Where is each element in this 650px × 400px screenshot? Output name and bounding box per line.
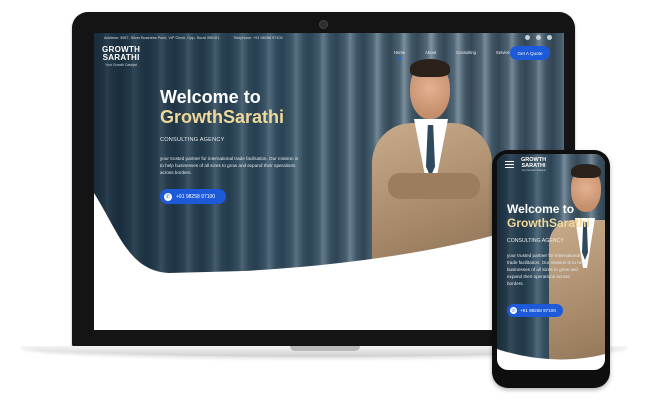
call-phone-button[interactable]: ✆ +91 98258 97100 — [160, 189, 226, 204]
topbar: Address: 3067, Silver Business Point, VI… — [94, 33, 564, 43]
topbar-address: Address: 3067, Silver Business Point, VI… — [104, 36, 220, 40]
camera-icon — [319, 20, 328, 29]
hero-title: Welcome to GrowthSarathi — [160, 87, 284, 127]
phone-icon: ✆ — [510, 307, 517, 314]
main-nav: Home About Consulting Services — [394, 50, 512, 60]
phone-site-logo[interactable]: GROWTH SARATHI Your Growth Catalyst — [521, 157, 546, 172]
nav-consulting[interactable]: Consulting — [456, 50, 476, 55]
phone-hero-description: your trusted partner for international t… — [507, 253, 586, 286]
hero-description: your trusted partner for international t… — [160, 156, 299, 175]
logo-line2: SARATHI — [102, 53, 140, 62]
social-icon-instagram[interactable] — [536, 35, 541, 40]
phone-hero-title-line1: Welcome to — [507, 202, 575, 216]
call-phone-label: +91 98258 97100 — [176, 193, 216, 200]
site-logo[interactable]: GROWTH SARATHI Your Growth Catalyst — [102, 46, 140, 68]
logo-tagline: Your Growth Catalyst — [105, 63, 138, 67]
hero-title-line2: GrowthSarathi — [160, 107, 285, 127]
phone-hero-title: Welcome to GrowthSarathi — [507, 202, 590, 230]
phone-call-label: +91 98258 97100 — [520, 308, 556, 313]
social-links — [525, 35, 552, 40]
social-icon-linkedin[interactable] — [547, 35, 552, 40]
phone-screen: GROWTH SARATHI Your Growth Catalyst Welc… — [497, 154, 605, 370]
phone-call-button[interactable]: ✆ +91 98258 97100 — [507, 304, 563, 317]
hamburger-menu-icon[interactable] — [505, 161, 514, 168]
nav-home[interactable]: Home — [394, 50, 405, 60]
topbar-telephone: Telephone: +91 98258 97100 — [233, 36, 283, 40]
phone-logo-tagline: Your Growth Catalyst — [521, 169, 546, 172]
laptop-notch — [290, 346, 360, 351]
get-quote-button[interactable]: Get A Quote — [510, 46, 550, 60]
phone-hero-subtitle: CONSULTING AGENCY — [507, 238, 564, 244]
phone-hero-title-line2: GrowthSarathi — [507, 216, 590, 230]
social-icon-facebook[interactable] — [525, 35, 530, 40]
nav-about[interactable]: About — [425, 50, 436, 55]
hero-title-line1: Welcome to — [160, 87, 261, 107]
phone-icon: ✆ — [164, 192, 172, 201]
hero-subtitle: CONSULTING AGENCY — [160, 137, 225, 143]
